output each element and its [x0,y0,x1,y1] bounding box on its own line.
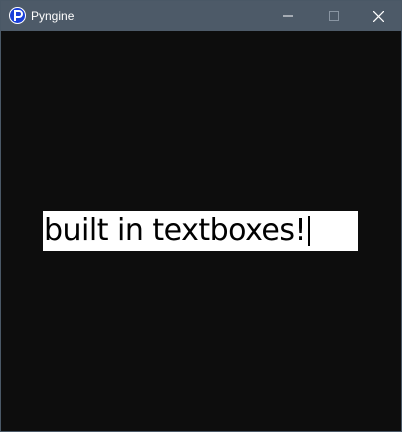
textbox-value: built in textboxes! [44,213,307,248]
maximize-button[interactable] [311,1,357,31]
close-button[interactable] [355,1,401,31]
text-input-box[interactable]: built in textboxes! [43,211,358,251]
window-title: Pyngine [31,9,75,23]
close-icon [372,10,384,22]
minimize-icon [283,15,293,17]
maximize-icon [329,11,339,21]
game-canvas[interactable]: built in textboxes! [1,31,401,431]
minimize-button[interactable] [265,1,311,31]
title-bar[interactable]: Pyngine [1,1,401,31]
app-window: Pyngine built in textboxes! [0,0,402,432]
text-caret [308,216,311,246]
pyngine-logo-icon [9,7,26,24]
